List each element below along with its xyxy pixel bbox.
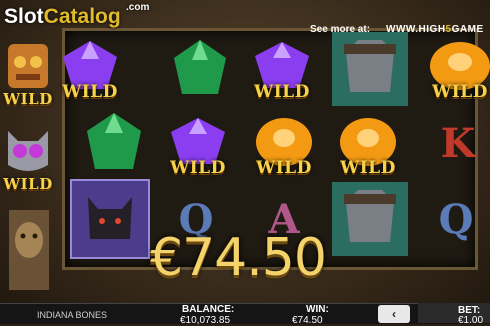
win-label: WIN: xyxy=(306,304,329,315)
green-gem-symbol xyxy=(160,30,240,108)
logo-slot-text: Slot xyxy=(4,5,44,28)
purple-gem-wild-symbol: WILD xyxy=(242,28,322,106)
letter-k-symbol: K xyxy=(418,104,490,182)
letter-q: Q xyxy=(438,195,474,243)
wolf-explorer-symbol xyxy=(330,30,410,108)
wild-label: WILD xyxy=(170,158,226,178)
tiki-mask-symbol: WILD xyxy=(2,40,54,110)
wolf-explorer-symbol xyxy=(330,180,410,258)
owl-mask-symbol: WILD xyxy=(0,125,56,195)
orange-gem-wild-symbol: WILD xyxy=(420,28,490,106)
win-amount-display: €74.50 xyxy=(150,228,327,288)
wild-label: WILD xyxy=(256,158,312,178)
letter-k: K xyxy=(440,119,476,167)
logo-catalog-text: Catalog xyxy=(43,5,121,28)
letter-q-symbol: Q xyxy=(416,180,490,258)
balance-value: €10,073.85 xyxy=(180,315,231,326)
prev-arrow-button[interactable]: ‹ xyxy=(378,305,410,323)
site-pre: WWW.HIGH xyxy=(386,24,446,35)
wild-label: WILD xyxy=(432,82,488,102)
site-link[interactable]: WWW.HIGH5GAME xyxy=(386,24,484,35)
slotcatalog-logo: SlotCatalog .com xyxy=(4,2,149,29)
balance-label: BALANCE: xyxy=(182,304,235,315)
orange-gem-wild-symbol: WILD xyxy=(328,104,408,182)
chevron-left-icon: ‹ xyxy=(392,307,396,321)
orange-gem-wild-symbol: WILD xyxy=(244,104,324,182)
dog-statue-symbol xyxy=(4,210,54,290)
wild-label: WILD xyxy=(340,158,396,178)
purple-gem-wild-symbol: WILD xyxy=(158,104,238,182)
wolf-symbol-highlighted xyxy=(70,179,150,259)
game-name: INDIANA BONES xyxy=(37,310,108,320)
win-value: €74.50 xyxy=(292,315,323,326)
green-gem-symbol xyxy=(74,104,154,182)
wild-label: WILD xyxy=(3,175,53,193)
bet-selector[interactable]: BET: €1.00 xyxy=(418,303,490,326)
wild-label: WILD xyxy=(62,82,118,102)
bet-value: €1.00 xyxy=(458,315,484,326)
purple-gem-wild-symbol: WILD xyxy=(48,28,132,106)
site-post: GAME xyxy=(451,24,484,35)
logo-com-text: .com xyxy=(126,2,150,13)
see-more-text: See more at: xyxy=(310,24,371,35)
wild-label: WILD xyxy=(254,82,310,102)
wild-label: WILD xyxy=(3,90,53,108)
